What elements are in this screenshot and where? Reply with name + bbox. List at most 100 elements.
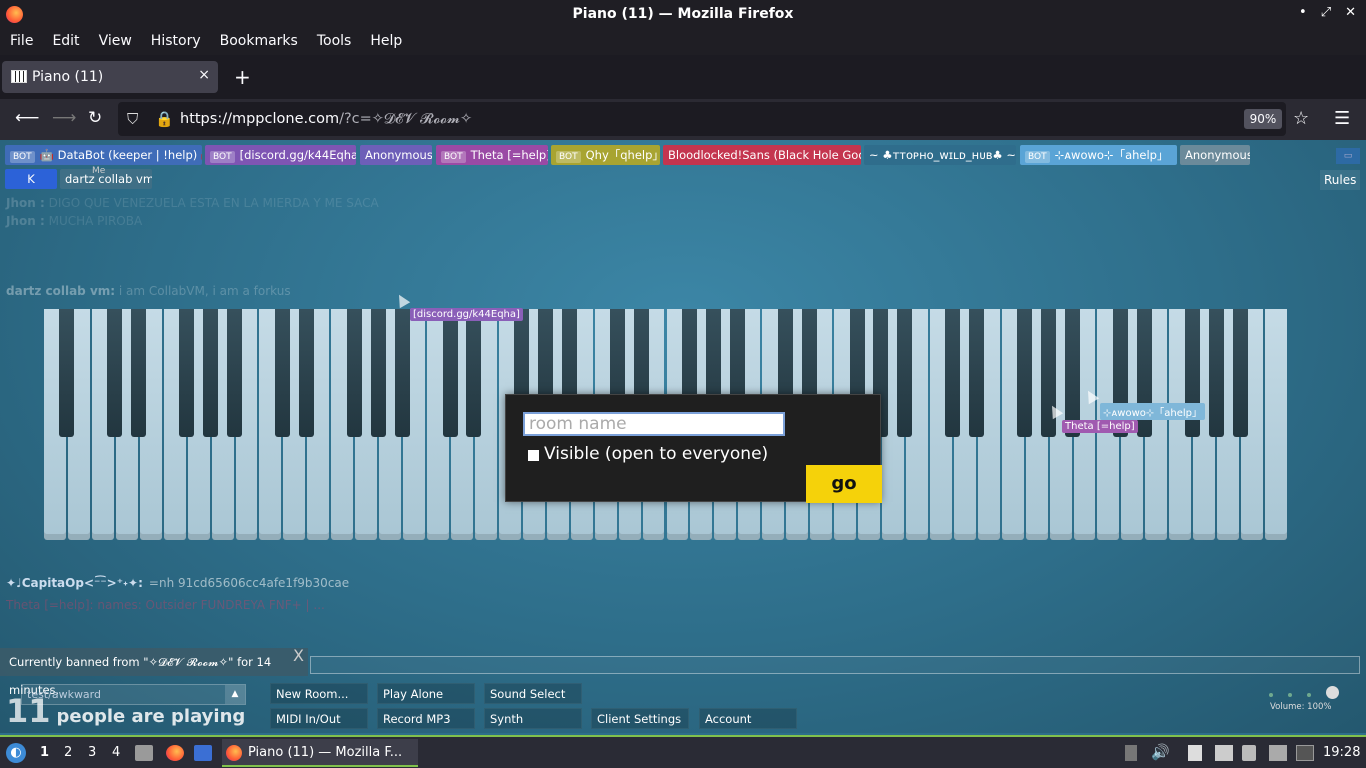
piano-page: BOT 🤖 DataBot (keeper | !help) 🤖 BOT [disc… xyxy=(0,140,1366,733)
player-tag[interactable]: BOT Qhy「qhelp」 xyxy=(551,145,660,165)
chat-message: ✦♩CapitaOp<⁻͡⁻>⁺˖✦: =nh 91cd65606cc4afe1f… xyxy=(6,576,350,590)
minimize-button[interactable]: • xyxy=(1299,5,1307,20)
black-key[interactable] xyxy=(227,309,243,437)
menu-view[interactable]: View xyxy=(89,29,141,55)
volume-icon[interactable]: 🔊 xyxy=(1151,743,1170,761)
black-key[interactable] xyxy=(1232,309,1248,437)
player-tag[interactable]: ~ ♣ᴛᴛᴏᴘʜᴏ_ᴡɪʟᴅ_ʜᴜʙ♣ ~ xyxy=(864,145,1016,165)
clipboard-icon[interactable] xyxy=(1188,745,1202,761)
black-key[interactable] xyxy=(107,309,123,437)
black-key[interactable] xyxy=(1065,309,1081,437)
terminal-icon[interactable] xyxy=(1296,745,1314,761)
cursor-label: Theta [=help] xyxy=(1062,420,1138,433)
desktop-icon[interactable] xyxy=(194,745,212,761)
menu-edit[interactable]: Edit xyxy=(42,29,88,55)
menu-hamburger-icon[interactable]: ☰ xyxy=(1334,108,1350,129)
black-key[interactable] xyxy=(131,309,147,437)
player-tag[interactable]: BOT 🤖 DataBot (keeper | !help) 🤖 xyxy=(5,145,202,165)
menu-bookmarks[interactable]: Bookmarks xyxy=(210,29,307,55)
black-key[interactable] xyxy=(1017,309,1033,437)
player-tag[interactable]: Bloodlocked!Sans (Black Hole God) xyxy=(663,145,861,165)
menu-file[interactable]: File xyxy=(0,29,42,55)
menu-tools[interactable]: Tools xyxy=(307,29,361,55)
workspace-3[interactable]: 3 xyxy=(88,745,96,760)
lock-icon[interactable]: 🔒 xyxy=(155,110,174,128)
url-text[interactable]: https://mppclone.com/?c=✧𝓓𝓔𝓥 𝓡𝓸𝓸𝓶✧ xyxy=(180,111,472,127)
player-tag[interactable]: dartz collab vm xyxy=(60,169,152,189)
client-settings-button[interactable]: Client Settings xyxy=(591,708,689,729)
synth-button[interactable]: Synth xyxy=(484,708,582,729)
black-key[interactable] xyxy=(179,309,195,437)
workspace-2[interactable]: 2 xyxy=(64,745,72,760)
black-key[interactable] xyxy=(203,309,219,437)
cursor-label: [discord.gg/k44Eqha] xyxy=(410,308,523,321)
notification-icon[interactable] xyxy=(1242,745,1256,761)
player-tag[interactable]: Anonymous xyxy=(360,145,432,165)
chevron-up-icon[interactable]: ▲ xyxy=(225,685,245,704)
taskbar-task-firefox[interactable]: Piano (11) — Mozilla F... xyxy=(222,739,418,767)
midi-button[interactable]: MIDI In/Out xyxy=(270,708,368,729)
black-key[interactable] xyxy=(394,309,410,437)
black-key[interactable] xyxy=(274,309,290,437)
black-key[interactable] xyxy=(442,309,458,437)
forward-icon[interactable]: ⟶ xyxy=(52,108,76,128)
back-icon[interactable]: ⟵ xyxy=(15,108,39,128)
file-manager-icon[interactable] xyxy=(135,745,153,761)
network-icon[interactable] xyxy=(1215,745,1233,761)
shield-icon[interactable]: ⛉ xyxy=(127,110,138,128)
player-tag[interactable]: BOT ⊹ᴀᴡᴏᴡᴏ⊹「ahelp」 xyxy=(1020,145,1177,165)
bot-badge: BOT xyxy=(556,151,581,163)
maximize-button[interactable]: ⤢ xyxy=(1321,5,1331,20)
black-key[interactable] xyxy=(346,309,362,437)
record-mp3-button[interactable]: Record MP3 xyxy=(377,708,475,729)
menu-history[interactable]: History xyxy=(141,29,210,55)
black-key[interactable] xyxy=(897,309,913,437)
new-tab-button[interactable]: + xyxy=(234,65,251,89)
new-room-modal: Visible (open to everyone) go xyxy=(505,394,882,503)
black-key[interactable] xyxy=(945,309,961,437)
white-key[interactable] xyxy=(1265,309,1287,540)
chat-input[interactable] xyxy=(310,656,1360,674)
close-notice-button[interactable]: X xyxy=(293,642,304,670)
black-key[interactable] xyxy=(370,309,386,437)
battery-icon[interactable] xyxy=(1125,745,1137,761)
black-key[interactable] xyxy=(298,309,314,437)
mail-icon[interactable] xyxy=(1269,745,1287,761)
black-key[interactable] xyxy=(1208,309,1224,437)
new-room-button[interactable]: New Room... xyxy=(270,683,368,704)
room-name-input[interactable] xyxy=(523,412,785,436)
close-window-button[interactable]: ✕ xyxy=(1345,5,1356,20)
go-button[interactable]: go xyxy=(806,465,882,503)
account-button[interactable]: Account xyxy=(699,708,797,729)
firefox-launcher-icon[interactable] xyxy=(166,745,184,761)
black-key[interactable] xyxy=(969,309,985,437)
close-tab-button[interactable]: × xyxy=(198,67,210,83)
record-indicator-icon[interactable]: ▭ xyxy=(1336,148,1360,164)
player-tag[interactable]: Anonymous xyxy=(1180,145,1250,165)
black-key[interactable] xyxy=(59,309,75,437)
chat-message: Jhon : DIGO QUE VENEZUELA ESTA EN LA MIE… xyxy=(6,196,379,210)
menu-help[interactable]: Help xyxy=(360,29,411,55)
rules-button[interactable]: Rules xyxy=(1320,170,1361,190)
reload-icon[interactable]: ↻ xyxy=(88,108,102,128)
room-select[interactable]: test/awkward ▲ xyxy=(21,684,246,705)
zoom-level[interactable]: 90% xyxy=(1244,109,1282,129)
player-tag[interactable]: BOT [discord.gg/k44Eqha] xyxy=(205,145,356,165)
taskbar: ◐ 1 2 3 4 Piano (11) — Mozilla F... 🔊 19… xyxy=(0,735,1366,768)
bookmark-star-icon[interactable]: ☆ xyxy=(1293,108,1309,129)
volume-knob[interactable] xyxy=(1326,686,1339,699)
chat-message: dartz collab vm: i am CollabVM, i am a f… xyxy=(6,284,291,298)
sound-select-button[interactable]: Sound Select xyxy=(484,683,582,704)
play-alone-button[interactable]: Play Alone xyxy=(377,683,475,704)
workspace-4[interactable]: 4 xyxy=(112,745,120,760)
black-key[interactable] xyxy=(466,309,482,437)
workspace-1[interactable]: 1 xyxy=(40,745,49,760)
player-tag[interactable]: BOT Theta [=help] xyxy=(436,145,548,165)
url-bar[interactable]: ⛉ 🔒 https://mppclone.com/?c=✧𝓓𝓔𝓥 𝓡𝓸𝓸𝓶✧ xyxy=(118,102,1286,136)
ban-notice: Currently banned from "✧𝓓𝓔𝓥 𝓡𝓸𝓸𝓶✧" for 1… xyxy=(0,646,308,697)
visible-checkbox[interactable] xyxy=(528,450,539,461)
clock: 19:28 xyxy=(1323,745,1361,760)
start-menu-icon[interactable]: ◐ xyxy=(6,743,26,763)
tab-piano[interactable]: Piano (11) × xyxy=(2,61,218,93)
player-tag-self[interactable]: K xyxy=(5,169,57,189)
